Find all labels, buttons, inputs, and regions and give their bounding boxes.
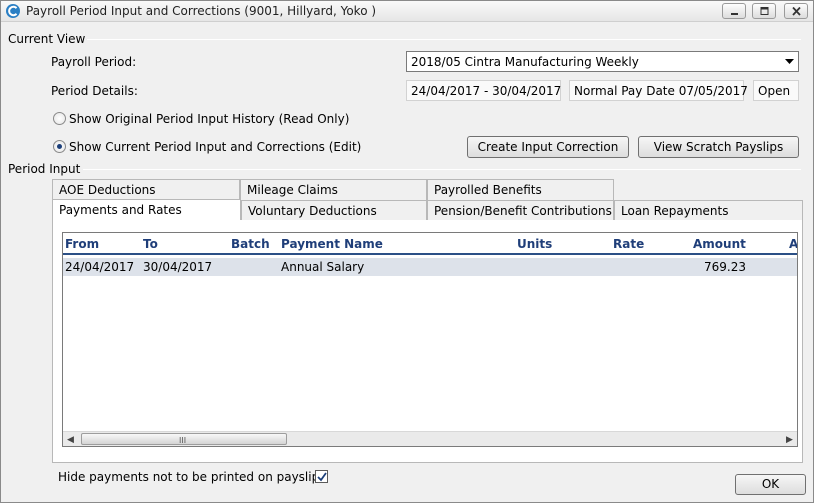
payroll-period-value: 2018/05 Cintra Manufacturing Weekly (411, 55, 639, 69)
tab-payments-and-rates[interactable]: Payments and Rates (52, 199, 241, 221)
column-header-to[interactable]: To (143, 237, 158, 251)
pay-date-field: Normal Pay Date 07/05/2017 (569, 80, 748, 101)
payroll-period-label: Payroll Period: (51, 55, 137, 69)
tab-pension-benefit-contributions[interactable]: Pension/Benefit Contributions (427, 200, 614, 221)
cell-amount: 769.23 (704, 260, 746, 274)
period-details-label: Period Details: (51, 84, 138, 98)
create-input-correction-button[interactable]: Create Input Correction (467, 136, 629, 158)
period-dates-field: 24/04/2017 - 30/04/2017 (406, 80, 561, 101)
grid-header: From To Batch Payment Name Units Rate Am… (63, 233, 797, 255)
payroll-period-window: Payroll Period Input and Corrections (90… (0, 0, 814, 503)
scroll-thumb[interactable]: III (81, 433, 287, 445)
cell-from: 24/04/2017 (65, 260, 135, 274)
payroll-period-select[interactable]: 2018/05 Cintra Manufacturing Weekly (406, 51, 799, 72)
tab-voluntary-deductions[interactable]: Voluntary Deductions (241, 200, 427, 221)
hide-payments-checkbox[interactable] (315, 470, 328, 483)
scroll-left-icon[interactable]: ◀ (67, 435, 74, 445)
view-scratch-payslips-button[interactable]: View Scratch Payslips (638, 136, 799, 158)
maximize-button[interactable] (752, 3, 776, 19)
scroll-grip-icon: III (179, 436, 187, 445)
period-input-divider (83, 169, 801, 170)
history-radio-label[interactable]: Show Original Period Input History (Read… (69, 112, 349, 126)
tab-mileage-claims[interactable]: Mileage Claims (240, 179, 427, 200)
period-input-label: Period Input (8, 162, 81, 176)
ok-button[interactable]: OK (735, 474, 806, 495)
column-header-units[interactable]: Units (517, 237, 552, 251)
column-header-rate[interactable]: Rate (613, 237, 644, 251)
close-button[interactable] (784, 3, 808, 19)
current-input-radio-label[interactable]: Show Current Period Input and Correction… (69, 140, 361, 154)
column-header-payment-name[interactable]: Payment Name (281, 237, 383, 251)
minimize-button[interactable] (722, 3, 746, 19)
hide-payments-label: Hide payments not to be printed on paysl… (58, 470, 326, 484)
column-header-truncated[interactable]: A (789, 237, 797, 251)
cell-payment-name: Annual Salary (281, 260, 365, 274)
chevron-down-icon (785, 59, 794, 64)
cell-to: 30/04/2017 (143, 260, 213, 274)
close-icon (792, 7, 801, 16)
scroll-right-icon[interactable]: ▶ (786, 435, 793, 445)
column-header-amount[interactable]: Amount (693, 237, 746, 251)
minimize-icon (731, 13, 738, 15)
tab-payrolled-benefits[interactable]: Payrolled Benefits (427, 179, 614, 200)
column-header-from[interactable]: From (65, 237, 99, 251)
maximize-icon (760, 7, 769, 15)
payments-grid[interactable]: From To Batch Payment Name Units Rate Am… (62, 232, 798, 447)
table-row[interactable]: 24/04/2017 30/04/2017 Annual Salary 769.… (63, 258, 797, 276)
column-header-batch[interactable]: Batch (231, 237, 270, 251)
horizontal-scrollbar[interactable]: ◀ III ▶ (63, 431, 797, 446)
current-view-divider (87, 39, 801, 40)
cintra-logo-icon (6, 4, 20, 18)
window-title: Payroll Period Input and Corrections (90… (26, 4, 377, 18)
period-status-field: Open (753, 80, 799, 101)
title-bar: Payroll Period Input and Corrections (90… (1, 1, 813, 22)
current-view-label: Current View (8, 32, 86, 46)
tab-aoe-deductions[interactable]: AOE Deductions (52, 179, 240, 200)
checkmark-icon (317, 472, 327, 482)
history-radio[interactable] (53, 112, 66, 125)
tab-loan-repayments[interactable]: Loan Repayments (614, 200, 803, 221)
current-input-radio[interactable] (53, 140, 66, 153)
